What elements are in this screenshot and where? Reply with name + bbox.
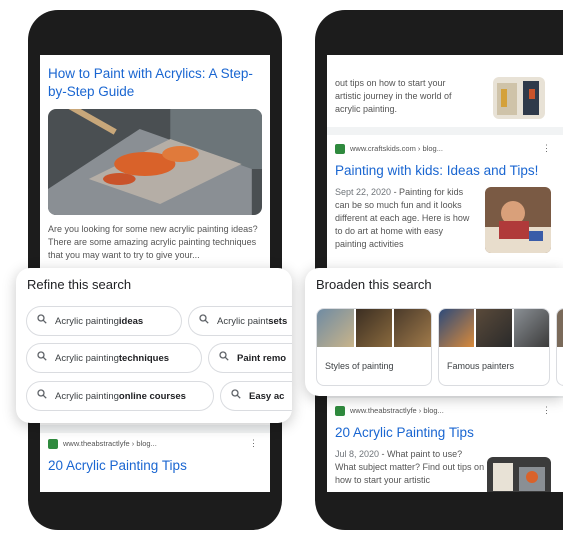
middle-result-card[interactable]: www.craftskids.com › blog... ⋮ Painting … <box>327 143 563 253</box>
broaden-card-label: Famous painters <box>447 361 515 371</box>
result-divider <box>327 127 563 135</box>
site-favicon-icon <box>335 143 345 154</box>
refine-chip[interactable]: Acrylic painting online courses <box>26 381 214 411</box>
painting-thumb <box>317 309 354 347</box>
result-image <box>487 457 551 492</box>
middle-result-source-row: www.craftskids.com › blog... ⋮ <box>335 143 555 154</box>
broaden-card-partial[interactable] <box>556 308 563 386</box>
search-icon <box>231 389 241 399</box>
top-result-card[interactable]: How to Paint with Acrylics: A Step-by-St… <box>40 65 270 262</box>
chip-prefix: Acrylic painting <box>55 315 119 327</box>
middle-result-title[interactable]: Painting with kids: Ideas and Tips! <box>335 162 555 180</box>
middle-result-date: Sept 22, 2020 <box>335 187 392 197</box>
stage: How to Paint with Acrylics: A Step-by-St… <box>0 0 563 535</box>
chip-bold: online courses <box>118 390 186 402</box>
broaden-card-styles[interactable]: Styles of painting <box>316 308 432 386</box>
bottom-result-snippet-block: Jul 8, 2020 - What paint to use? What su… <box>335 448 485 487</box>
broaden-card-images <box>317 309 431 347</box>
bottom-result-card[interactable]: www.theabstractlyfe › blog... ⋮ 20 Acryl… <box>40 438 270 475</box>
result-divider <box>40 425 270 433</box>
bottom-result-date: Jul 8, 2020 <box>335 449 380 459</box>
chip-bold: Easy ac <box>249 390 285 402</box>
bottom-result-source-row: www.theabstractlyfe › blog... ⋮ <box>48 438 262 449</box>
refine-chip[interactable]: Paint remo <box>208 343 292 373</box>
middle-result-source[interactable]: www.craftskids.com › blog... <box>350 144 443 153</box>
bottom-result-source[interactable]: www.theabstractlyfe › blog... <box>350 406 444 415</box>
search-icon <box>219 351 229 361</box>
painting-thumb <box>394 309 431 347</box>
result-image <box>493 77 545 119</box>
top-result-snippet: Are you looking for some new acrylic pai… <box>48 224 258 260</box>
chip-prefix: Acrylic paint <box>217 315 269 327</box>
bottom-result-card[interactable]: www.theabstractlyfe › blog... ⋮ 20 Acryl… <box>327 405 563 492</box>
refine-chip[interactable]: Easy ac <box>220 381 292 411</box>
chip-bold: Paint remo <box>237 352 287 364</box>
partial-thumb <box>557 309 563 347</box>
broaden-card-images <box>557 309 563 347</box>
refine-chip[interactable]: Acrylic painting ideas <box>26 306 182 336</box>
painting-thumb <box>355 309 393 347</box>
painter-thumb <box>513 309 549 347</box>
broaden-search-panel: Broaden this search Styles of painting F… <box>305 268 563 396</box>
more-options-icon[interactable]: ⋮ <box>249 438 262 449</box>
broaden-search-title: Broaden this search <box>316 277 432 292</box>
result-image <box>485 187 551 253</box>
broaden-card-label: Styles of painting <box>325 361 394 371</box>
search-icon <box>199 314 209 324</box>
top-result-title[interactable]: How to Paint with Acrylics: A Step-by-St… <box>48 65 262 101</box>
search-icon <box>37 389 47 399</box>
search-icon <box>37 351 47 361</box>
site-favicon-icon <box>335 405 345 416</box>
bottom-result-source[interactable]: www.theabstractlyfe › blog... <box>63 439 157 448</box>
middle-result-snippet-block: Sept 22, 2020 - Painting for kids can be… <box>335 186 475 251</box>
refine-search-title: Refine this search <box>27 277 132 292</box>
more-options-icon[interactable]: ⋮ <box>542 405 555 416</box>
bottom-result-title[interactable]: 20 Acrylic Painting Tips <box>48 457 262 475</box>
result-image <box>48 109 262 215</box>
chip-prefix: Acrylic painting <box>55 390 119 402</box>
broaden-card-painters[interactable]: Famous painters <box>438 308 550 386</box>
bottom-result-source-row: www.theabstractlyfe › blog... ⋮ <box>335 405 555 416</box>
top-snippet-card: out tips on how to start your artistic j… <box>327 77 563 119</box>
chip-bold: sets <box>268 315 288 327</box>
broaden-card-images <box>439 309 549 347</box>
more-options-icon[interactable]: ⋮ <box>542 143 555 154</box>
top-snippet: out tips on how to start your artistic j… <box>335 78 452 114</box>
site-favicon-icon <box>48 438 58 449</box>
refine-chip[interactable]: Acrylic paint sets <box>188 306 292 336</box>
search-icon <box>37 314 47 324</box>
chip-bold: ideas <box>118 315 144 327</box>
refine-chip[interactable]: Acrylic painting techniques <box>26 343 202 373</box>
painter-thumb <box>439 309 475 347</box>
bottom-result-title[interactable]: 20 Acrylic Painting Tips <box>335 424 555 442</box>
chip-bold: techniques <box>118 352 170 364</box>
painter-thumb <box>476 309 512 347</box>
refine-search-panel: Refine this search Acrylic painting idea… <box>16 268 292 423</box>
chip-prefix: Acrylic painting <box>55 352 119 364</box>
